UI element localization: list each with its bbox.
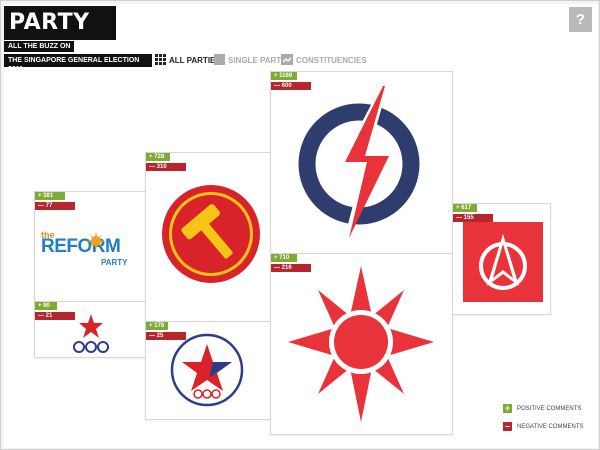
negative-count: — 21 [35, 312, 75, 320]
nav-all-parties-label: ALL PARTIES [169, 55, 221, 65]
party-card-lightning[interactable]: + 1169 — 600 [270, 71, 453, 254]
legend-positive: + POSITIVE COMMENTS [503, 404, 581, 413]
grid-icon [155, 53, 166, 67]
legend-negative: – NEGATIVE COMMENTS [503, 422, 584, 431]
party-card-sun[interactable]: + 710 — 216 [270, 253, 453, 435]
sun-star-logo [288, 266, 434, 422]
arrow-logo [463, 222, 543, 302]
page-title: PARTY TIME [4, 6, 116, 69]
legend-positive-label: POSITIVE COMMENTS [517, 405, 582, 412]
minus-icon: – [503, 421, 512, 431]
party-card-reform[interactable]: + 381 — 77 the REFORM PARTY [34, 191, 146, 302]
lightning-logo [298, 82, 420, 244]
positive-count: + 617 [453, 204, 477, 212]
subtitle-line-2: THE SINGAPORE GENERAL ELECTION 2011 [4, 54, 152, 73]
nav-constituencies[interactable]: CONSTITUENCIES [281, 53, 367, 67]
nav-all-parties[interactable]: ALL PARTIES [155, 53, 221, 67]
positive-count: + 176 [146, 322, 168, 330]
star-rings-logo [73, 314, 109, 353]
party-card-star-circle[interactable]: + 176 — 25 [145, 321, 274, 420]
party-card-star-rings[interactable]: + 90 — 21 [34, 301, 146, 358]
positive-count: + 710 [271, 254, 297, 262]
party-card-hammer[interactable]: + 728 — 310 [145, 152, 274, 322]
subtitle-line-1: ALL THE BUZZ ON [4, 41, 75, 52]
positive-count: + 381 [35, 192, 65, 200]
square-icon [214, 53, 225, 67]
party-card-arrow[interactable]: + 617 — 155 [452, 203, 551, 315]
nav-single-party[interactable]: SINGLE PARTY [214, 53, 287, 67]
positive-count: + 90 [35, 302, 57, 310]
negative-count: — 155 [453, 214, 493, 222]
nav-constituencies-label: CONSTITUENCIES [296, 55, 367, 65]
negative-count: — 77 [35, 202, 75, 210]
hammer-logo [162, 185, 260, 283]
map-icon [281, 53, 293, 67]
plus-icon: + [503, 403, 512, 413]
help-button[interactable]: ? [569, 7, 592, 32]
star-circle-logo [170, 333, 244, 407]
nav-single-party-label: SINGLE PARTY [228, 55, 287, 65]
sun-burst-icon [86, 231, 106, 251]
legend-negative-label: NEGATIVE COMMENTS [517, 423, 584, 430]
positive-count: + 728 [146, 153, 170, 161]
negative-count: — 310 [146, 163, 186, 171]
